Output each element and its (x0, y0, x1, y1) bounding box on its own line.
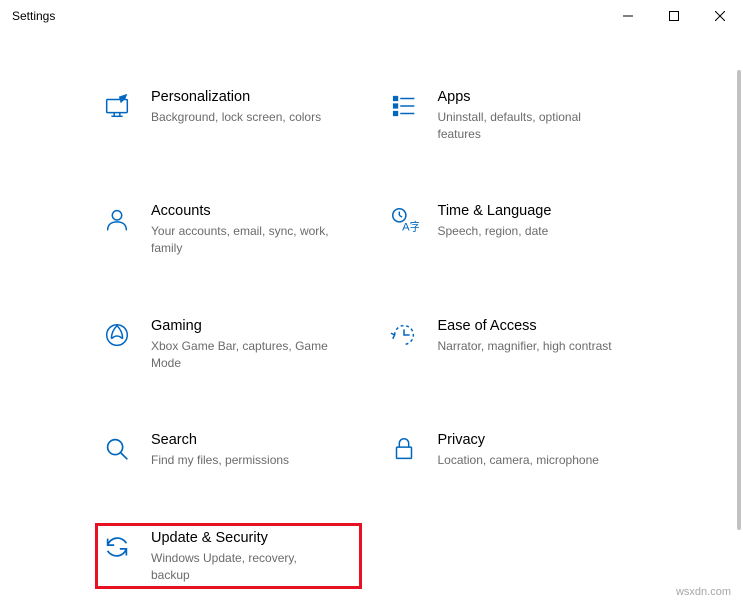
minimize-icon (623, 11, 633, 21)
category-desc: Xbox Game Bar, captures, Game Mode (151, 338, 331, 372)
svg-text:A字: A字 (402, 220, 419, 234)
category-title: Apps (438, 88, 618, 107)
category-update-security[interactable]: Update & Security Windows Update, recove… (95, 523, 362, 589)
close-icon (715, 11, 725, 21)
settings-grid: Personalization Background, lock screen,… (0, 32, 743, 589)
window-title: Settings (12, 9, 55, 23)
category-desc: Find my files, permissions (151, 452, 289, 469)
update-security-icon (101, 531, 133, 563)
maximize-icon (669, 11, 679, 21)
category-time-language[interactable]: A字 Time & Language Speech, region, date (382, 196, 649, 262)
apps-icon (388, 90, 420, 122)
category-desc: Your accounts, email, sync, work, family (151, 223, 331, 257)
category-title: Update & Security (151, 529, 331, 548)
category-title: Time & Language (438, 202, 552, 221)
category-search[interactable]: Search Find my files, permissions (95, 425, 362, 475)
category-gaming[interactable]: Gaming Xbox Game Bar, captures, Game Mod… (95, 311, 362, 377)
category-apps[interactable]: Apps Uninstall, defaults, optional featu… (382, 82, 649, 148)
category-title: Personalization (151, 88, 321, 107)
ease-of-access-icon (388, 319, 420, 351)
category-desc: Location, camera, microphone (438, 452, 599, 469)
category-desc: Background, lock screen, colors (151, 109, 321, 126)
scrollbar[interactable] (735, 70, 742, 530)
scrollbar-thumb[interactable] (737, 70, 741, 530)
privacy-icon (388, 433, 420, 465)
category-title: Accounts (151, 202, 331, 221)
category-desc: Windows Update, recovery, backup (151, 550, 331, 584)
minimize-button[interactable] (605, 0, 651, 32)
category-ease-of-access[interactable]: Ease of Access Narrator, magnifier, high… (382, 311, 649, 377)
category-title: Gaming (151, 317, 331, 336)
category-desc: Speech, region, date (438, 223, 552, 240)
category-desc: Uninstall, defaults, optional features (438, 109, 618, 143)
personalization-icon (101, 90, 133, 122)
titlebar: Settings (0, 0, 743, 32)
accounts-icon (101, 204, 133, 236)
category-title: Ease of Access (438, 317, 612, 336)
category-privacy[interactable]: Privacy Location, camera, microphone (382, 425, 649, 475)
gaming-icon (101, 319, 133, 351)
category-personalization[interactable]: Personalization Background, lock screen,… (95, 82, 362, 148)
search-icon (101, 433, 133, 465)
window-controls (605, 0, 743, 32)
category-desc: Narrator, magnifier, high contrast (438, 338, 612, 355)
time-language-icon: A字 (388, 204, 420, 236)
category-title: Privacy (438, 431, 599, 450)
category-accounts[interactable]: Accounts Your accounts, email, sync, wor… (95, 196, 362, 262)
close-button[interactable] (697, 0, 743, 32)
watermark: wsxdn.com (676, 586, 731, 598)
maximize-button[interactable] (651, 0, 697, 32)
category-title: Search (151, 431, 289, 450)
